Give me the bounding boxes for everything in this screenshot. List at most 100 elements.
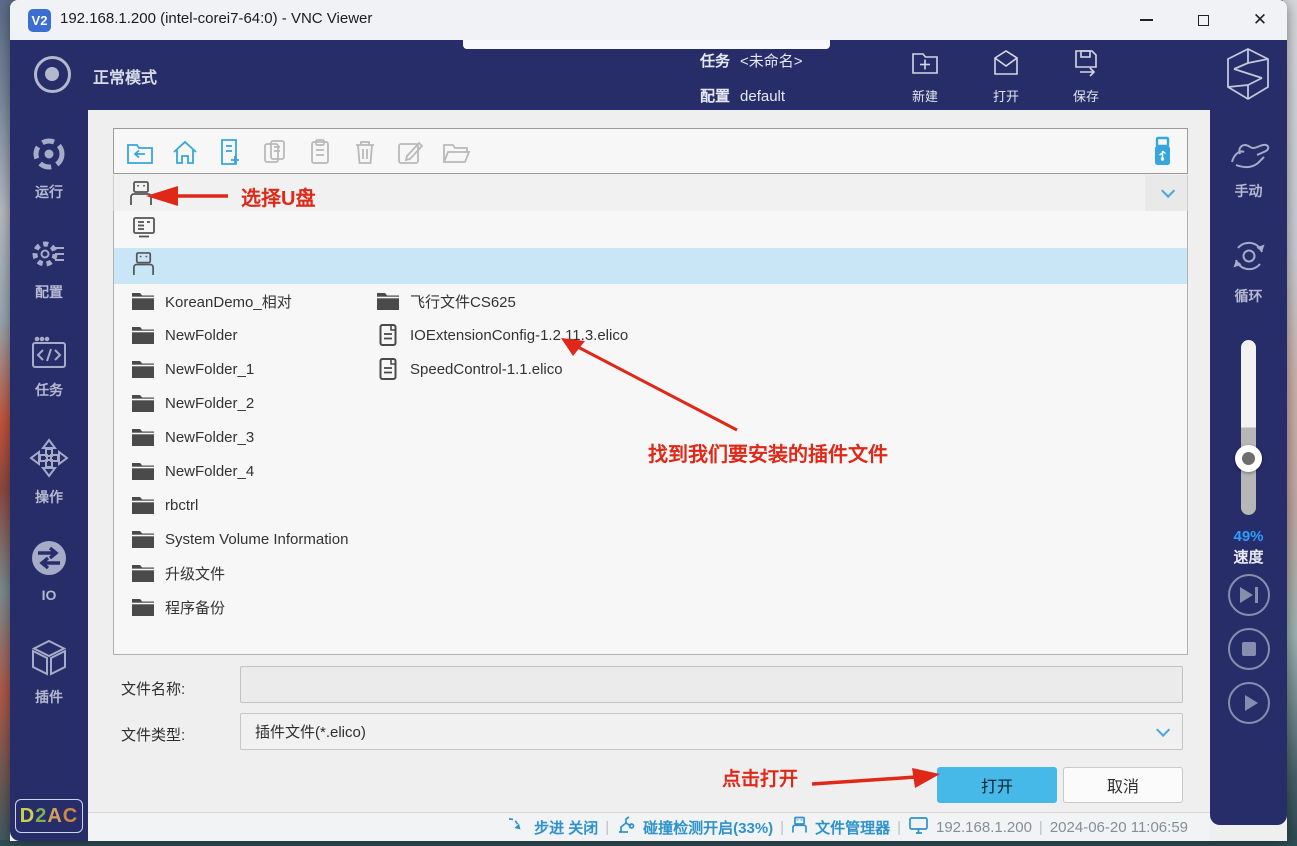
jog-arrows-icon	[29, 465, 69, 482]
file-list-row-folder[interactable]: 升级文件	[131, 556, 461, 590]
file-type-select[interactable]: 插件文件(*.elico)	[240, 713, 1183, 750]
minimize-button[interactable]	[1123, 0, 1169, 40]
copy-icon[interactable]	[261, 138, 289, 166]
datetime: 2024-06-20 11:06:59	[1050, 819, 1188, 836]
d2ac-badge[interactable]: D2AC	[15, 799, 83, 833]
run-icon	[30, 160, 68, 177]
folder-icon	[131, 426, 155, 448]
sidebar-item-loop[interactable]: 循环	[1210, 235, 1287, 306]
file-list-row-folder[interactable]: NewFolder_2	[131, 386, 461, 420]
sidebar-item-manual[interactable]: 手动	[1210, 132, 1287, 201]
open-task-button[interactable]: 打开	[969, 48, 1043, 105]
skip-next-button[interactable]	[1228, 574, 1270, 616]
plugin-cube-icon	[29, 665, 69, 682]
folder-back-icon[interactable]	[126, 138, 154, 166]
new-file-icon[interactable]	[216, 138, 244, 166]
file-name-input[interactable]	[240, 666, 1183, 703]
monitor-icon	[908, 816, 929, 839]
entry-label: NewFolder_4	[165, 463, 254, 480]
file-icon	[376, 324, 400, 346]
folder-icon	[131, 528, 155, 550]
folder-icon	[131, 562, 155, 584]
right-sidebar: 手动 循环 49% 速度	[1210, 110, 1287, 825]
left-sidebar: 运行 配置 任务 操作 IO 插件 D2AC	[10, 110, 88, 841]
skip-next-icon	[1240, 587, 1253, 603]
entry-label: NewFolder_1	[165, 361, 254, 378]
settings-gear-icon	[29, 260, 69, 277]
entry-label: NewFolder_2	[165, 395, 254, 412]
maximize-button[interactable]	[1180, 0, 1226, 40]
folder-icon	[131, 290, 155, 312]
entry-label: System Volume Information	[165, 531, 348, 548]
drive-selector-chevron[interactable]	[1145, 175, 1187, 211]
folder-icon	[131, 596, 155, 618]
stop-icon	[1242, 642, 1256, 656]
app-header: 正常模式 任务<未命名> 配置default 新建 打开 保存	[10, 40, 1287, 110]
collision-icon	[616, 815, 636, 839]
file-list-row-file[interactable]: IOExtensionConfig-1.2.11.3.elico	[376, 318, 776, 352]
file-list-row-folder[interactable]: System Volume Information	[131, 522, 461, 556]
entry-label: 飞行文件CS625	[410, 291, 516, 312]
cancel-button[interactable]: 取消	[1063, 767, 1183, 803]
file-name-label: 文件名称:	[121, 678, 185, 699]
play-button[interactable]	[1228, 682, 1270, 724]
file-icon	[376, 358, 400, 380]
folder-icon	[131, 392, 155, 414]
open-folder-icon[interactable]	[441, 138, 469, 166]
brand-cube-logo	[1222, 45, 1274, 103]
open-button[interactable]: 打开	[937, 767, 1057, 803]
open-task-icon	[990, 65, 1022, 82]
sidebar-item-jog[interactable]: 操作	[10, 438, 88, 507]
entry-label: 升级文件	[165, 563, 225, 584]
close-button[interactable]: ✕	[1237, 0, 1283, 40]
file-list-row-folder[interactable]: NewFolder_3	[131, 420, 461, 454]
vnc-toolbar-notch[interactable]	[463, 40, 830, 49]
file-list-row-folder[interactable]: 飞行文件CS625	[376, 284, 776, 318]
vnc-logo-icon: V2	[28, 9, 51, 32]
stop-button[interactable]	[1228, 628, 1270, 670]
play-icon	[1245, 695, 1258, 711]
usb-drive-icon[interactable]	[1147, 136, 1177, 168]
delete-icon[interactable]	[351, 138, 379, 166]
file-manager-toolbar	[113, 128, 1188, 174]
task-code-icon	[29, 358, 69, 375]
sidebar-item-task[interactable]: 任务	[10, 335, 88, 400]
speed-slider-knob[interactable]	[1235, 445, 1262, 472]
folder-icon	[131, 494, 155, 516]
save-task-icon	[1070, 65, 1102, 82]
folder-icon	[131, 324, 155, 346]
title-bar[interactable]: V2 192.168.1.200 (intel-corei7-64:0) - V…	[10, 0, 1287, 40]
computer-icon	[131, 215, 157, 246]
entry-label: KoreanDemo_相对	[165, 291, 292, 312]
speed-slider[interactable]	[1241, 340, 1256, 515]
file-list-row-folder[interactable]: 程序备份	[131, 590, 461, 624]
file-type-label: 文件类型:	[121, 724, 185, 745]
file-list-row-folder[interactable]: NewFolder_4	[131, 454, 461, 488]
save-task-button[interactable]: 保存	[1049, 48, 1123, 105]
task-value: <未命名>	[740, 53, 803, 70]
rename-icon[interactable]	[396, 138, 424, 166]
sidebar-item-io[interactable]: IO	[10, 538, 88, 603]
folder-icon	[131, 358, 155, 380]
file-list-row-folder[interactable]: rbctrl	[131, 488, 461, 522]
paste-icon[interactable]	[306, 138, 334, 166]
sidebar-item-run[interactable]: 运行	[10, 135, 88, 202]
device-row-usb-selected[interactable]	[114, 248, 1187, 284]
home-icon[interactable]	[171, 138, 199, 166]
sidebar-item-plugin[interactable]: 插件	[10, 638, 88, 707]
status-bar: 步进 关闭 | 碰撞检测开启(33%) | 文件管理器 | 192.168.1.…	[88, 812, 1210, 841]
step-icon	[507, 816, 527, 838]
vnc-viewer-window: V2 192.168.1.200 (intel-corei7-64:0) - V…	[10, 0, 1287, 841]
new-task-button[interactable]: 新建	[888, 48, 962, 105]
device-row-computer[interactable]	[114, 212, 1187, 248]
chevron-down-icon	[1161, 184, 1175, 198]
file-manager-panel: KoreanDemo_相对 NewFolder NewFolder_1 NewFold…	[88, 110, 1210, 841]
speed-percent: 49%	[1210, 528, 1287, 545]
sidebar-item-config[interactable]: 配置	[10, 235, 88, 302]
file-list-row-file[interactable]: SpeedControl-1.1.elico	[376, 352, 776, 386]
loop-icon	[1228, 264, 1270, 281]
new-task-icon	[909, 65, 941, 82]
entry-label: NewFolder	[165, 327, 238, 344]
drive-selector-dropdown[interactable]	[113, 175, 1188, 212]
folder-icon	[131, 460, 155, 482]
